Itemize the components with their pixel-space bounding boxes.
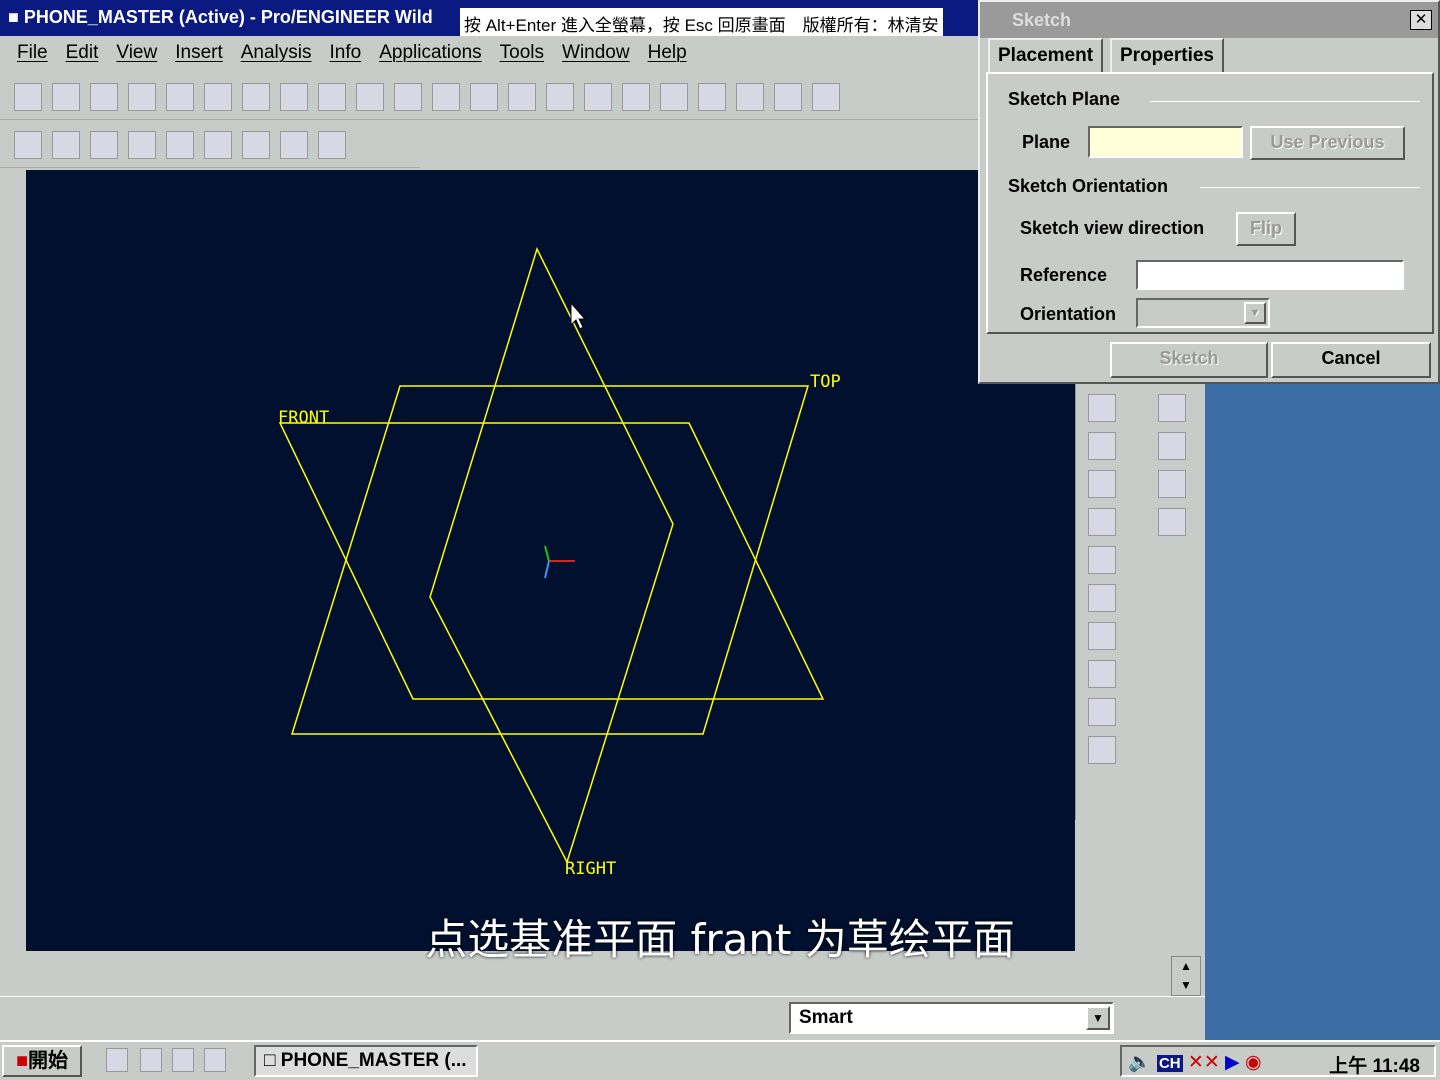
hole-icon[interactable] bbox=[1088, 546, 1116, 574]
network-icon[interactable] bbox=[140, 1048, 162, 1072]
ie-icon[interactable] bbox=[106, 1048, 128, 1072]
dialog-title: Sketch bbox=[980, 2, 1438, 38]
sketch-plane-heading: Sketch Plane bbox=[1008, 89, 1121, 109]
merge-icon[interactable] bbox=[1158, 470, 1186, 498]
top-label: TOP bbox=[810, 372, 841, 392]
sketch-dialog: Sketch ✕ Placement Properties Sketch Pla… bbox=[978, 0, 1440, 384]
system-tray: 🔈 CH ✕✕ ▶ ◉ 上午 11:48 bbox=[1120, 1045, 1436, 1077]
mirror-icon[interactable] bbox=[1158, 394, 1186, 422]
copy-geom-icon[interactable] bbox=[1158, 432, 1186, 460]
table-icon[interactable] bbox=[1158, 508, 1186, 536]
cancel-button[interactable]: Cancel bbox=[1271, 342, 1431, 378]
scroll-spinner[interactable]: ▲ ▼ bbox=[1171, 956, 1201, 996]
chevron-down-icon[interactable]: ▼ bbox=[1086, 1006, 1110, 1030]
filter-select[interactable]: Smart ▼ bbox=[789, 1002, 1114, 1034]
shell-icon[interactable] bbox=[1088, 584, 1116, 612]
start-label: 開始 bbox=[28, 1050, 69, 1072]
taskbar: ■開始 □ PHONE_MASTER (... 🔈 CH ✕✕ ▶ ◉ 上午 1… bbox=[0, 1040, 1440, 1080]
windows-logo-icon: ■ bbox=[15, 1050, 29, 1072]
ime-indicator[interactable]: CH bbox=[1156, 1055, 1183, 1072]
clock[interactable]: 上午 11:48 bbox=[1329, 1051, 1420, 1078]
tab-properties[interactable]: Properties bbox=[1110, 38, 1224, 72]
divider bbox=[1200, 187, 1420, 188]
axis-icon[interactable] bbox=[1088, 394, 1116, 422]
taskbar-task-phone-master[interactable]: □ PHONE_MASTER (... bbox=[254, 1045, 478, 1077]
mouse-cursor-icon bbox=[570, 301, 587, 330]
sketch-tools-toolbar bbox=[1075, 384, 1205, 820]
coordinate-axes-icon bbox=[544, 545, 575, 579]
close-icon[interactable]: ✕ bbox=[1410, 10, 1432, 30]
app-icon[interactable] bbox=[204, 1048, 226, 1072]
sketch-button[interactable]: Sketch bbox=[1110, 342, 1268, 378]
filter-value: Smart bbox=[799, 1007, 853, 1028]
front-label: FRONT bbox=[278, 408, 329, 428]
point-icon[interactable] bbox=[1088, 432, 1116, 460]
chamfer-icon[interactable] bbox=[1088, 698, 1116, 726]
tab-placement[interactable]: Placement bbox=[988, 38, 1104, 72]
volume-icon[interactable]: 🔈 bbox=[1128, 1052, 1152, 1073]
task-label: PHONE_MASTER (... bbox=[280, 1050, 467, 1071]
csys-tool-icon[interactable] bbox=[1088, 470, 1116, 498]
divider bbox=[1150, 101, 1420, 102]
reference-label: Reference bbox=[1020, 265, 1108, 285]
chevron-down-icon[interactable]: ▼ bbox=[1244, 302, 1266, 324]
reference-field[interactable] bbox=[1136, 260, 1404, 290]
network-status-icon[interactable]: ✕✕ bbox=[1188, 1052, 1220, 1073]
placement-panel: Sketch Plane Plane Use Previous Sketch O… bbox=[986, 72, 1434, 334]
media-icon[interactable]: ▶ bbox=[1225, 1052, 1240, 1073]
draft-icon[interactable] bbox=[1088, 622, 1116, 650]
right-plane bbox=[429, 246, 674, 864]
use-previous-button[interactable]: Use Previous bbox=[1250, 126, 1405, 160]
recorder-icon[interactable]: ◉ bbox=[1245, 1052, 1262, 1073]
orientation-select[interactable]: ▼ bbox=[1136, 298, 1270, 328]
desktop bbox=[1205, 384, 1440, 1040]
orientation-label: Orientation bbox=[1020, 304, 1117, 324]
start-button[interactable]: ■開始 bbox=[2, 1045, 82, 1077]
sketch-tool-icon[interactable] bbox=[1088, 508, 1116, 536]
round-icon[interactable] bbox=[1088, 660, 1116, 688]
plane-field[interactable] bbox=[1088, 126, 1243, 158]
notepad-icon[interactable] bbox=[172, 1048, 194, 1072]
window-icon: □ bbox=[264, 1050, 281, 1071]
flip-button[interactable]: Flip bbox=[1236, 212, 1296, 246]
rib-icon[interactable] bbox=[1088, 736, 1116, 764]
right-label: RIGHT bbox=[565, 859, 616, 879]
sketch-orientation-heading: Sketch Orientation bbox=[1008, 176, 1169, 196]
view-direction-label: Sketch view direction bbox=[1020, 218, 1205, 238]
plane-label: Plane bbox=[1022, 132, 1071, 152]
status-bar: Smart ▼ bbox=[0, 996, 1205, 1040]
